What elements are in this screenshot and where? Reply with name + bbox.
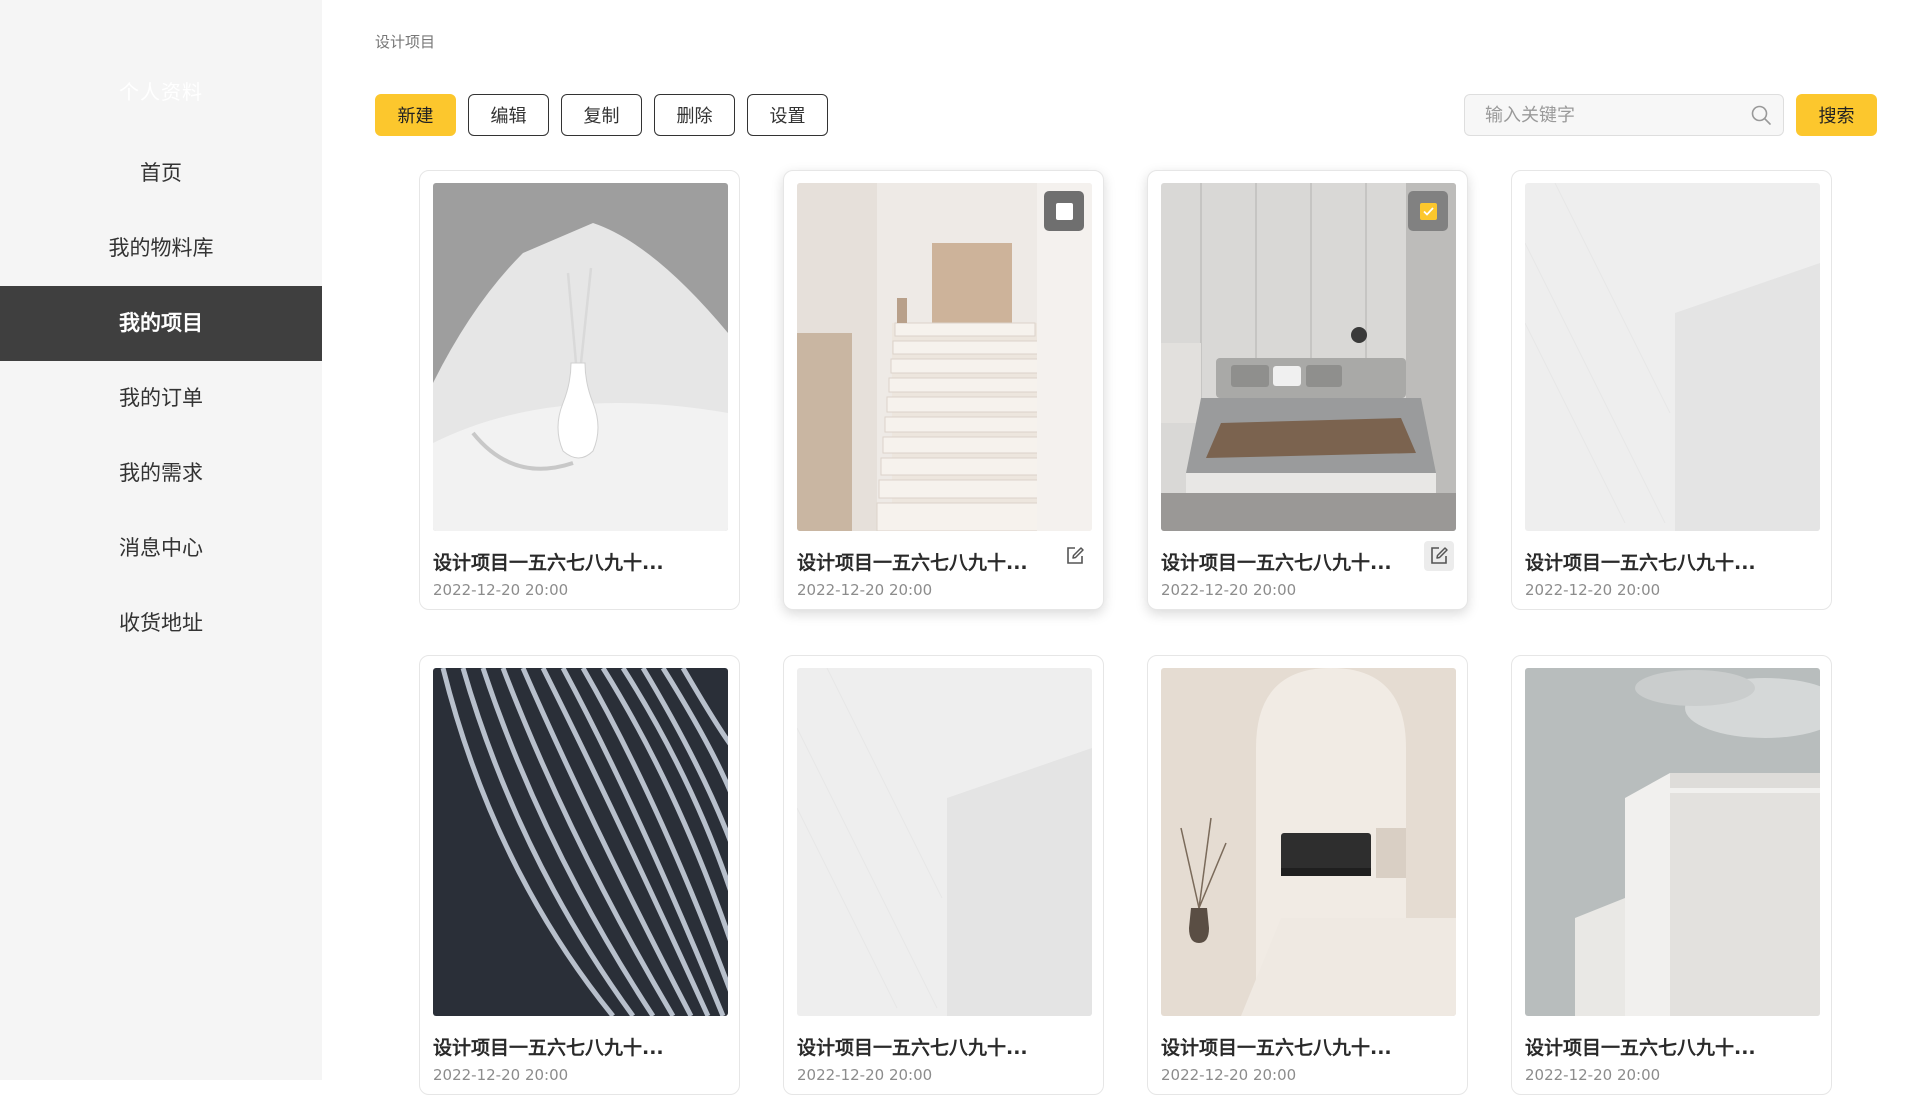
sidebar-item-home[interactable]: 首页 [0,136,322,211]
search-input[interactable] [1485,104,1749,126]
select-checkbox[interactable] [1408,191,1448,231]
project-title: 设计项目一五六七八九十... [433,552,664,574]
sidebar-item-orders[interactable]: 我的订单 [0,361,322,436]
sidebar-item-materials[interactable]: 我的物料库 [0,211,322,286]
edit-icon[interactable] [1424,541,1454,571]
search-box [1464,94,1784,136]
toolbar: 新建 编辑 复制 删除 设置 [375,94,828,136]
sidebar-item-requirements[interactable]: 我的需求 [0,436,322,511]
sidebar: 个人资料 首页 我的物料库 我的项目 我的订单 我的需求 消息中心 收货地址 [0,0,322,1080]
project-date: 2022-12-20 20:00 [433,1066,569,1084]
sidebar-nav: 首页 我的物料库 我的项目 我的订单 我的需求 消息中心 收货地址 [0,136,322,661]
white-wall-icon [1525,183,1820,531]
project-thumbnail [797,668,1092,1016]
project-card[interactable]: 设计项目一五六七八九十... 2022-12-20 20:00 [419,170,740,610]
sidebar-item-address[interactable]: 收货地址 [0,586,322,661]
profile-label[interactable]: 个人资料 [0,76,322,105]
delete-button[interactable]: 删除 [654,94,735,136]
bedroom-icon [1161,183,1456,531]
project-card[interactable]: 设计项目一五六七八九十... 2022-12-20 20:00 [419,655,740,1095]
breadcrumb: 设计项目 [375,33,436,51]
project-date: 2022-12-20 20:00 [1525,581,1661,599]
project-card[interactable]: 设计项目一五六七八九十... 2022-12-20 20:00 [1511,655,1832,1095]
main-content: 设计项目 新建 编辑 复制 删除 设置 搜索 [322,0,1920,1095]
project-grid: 设计项目一五六七八九十... 2022-12-20 20:00 设计项目一五六七… [419,170,1832,1095]
project-card[interactable]: 设计项目一五六七八九十... 2022-12-20 20:00 [1147,170,1468,610]
white-wall-icon [797,668,1092,1016]
project-title: 设计项目一五六七八九十... [1525,552,1756,574]
edit-button[interactable]: 编辑 [468,94,549,136]
vase-icon [433,183,728,531]
search-button[interactable]: 搜索 [1796,94,1877,136]
search-icon[interactable] [1749,103,1773,127]
stairs-icon [797,183,1092,531]
sidebar-item-projects[interactable]: 我的项目 [0,286,322,361]
copy-button[interactable]: 复制 [561,94,642,136]
project-date: 2022-12-20 20:00 [797,581,933,599]
project-thumbnail [1161,668,1456,1016]
project-thumbnail [1525,668,1820,1016]
project-thumbnail [433,183,728,531]
project-date: 2022-12-20 20:00 [433,581,569,599]
arch-room-icon [1161,668,1456,1016]
project-thumbnail [433,668,728,1016]
project-card[interactable]: 设计项目一五六七八九十... 2022-12-20 20:00 [783,170,1104,610]
project-card[interactable]: 设计项目一五六七八九十... 2022-12-20 20:00 [1147,655,1468,1095]
project-card[interactable]: 设计项目一五六七八九十... 2022-12-20 20:00 [1511,170,1832,610]
project-thumbnail [1161,183,1456,531]
curved-lines-icon [433,668,728,1016]
project-date: 2022-12-20 20:00 [1161,1066,1297,1084]
project-title: 设计项目一五六七八九十... [433,1037,664,1059]
project-date: 2022-12-20 20:00 [797,1066,933,1084]
project-date: 2022-12-20 20:00 [1525,1066,1661,1084]
edit-icon[interactable] [1060,541,1090,571]
project-card[interactable]: 设计项目一五六七八九十... 2022-12-20 20:00 [783,655,1104,1095]
project-title: 设计项目一五六七八九十... [1161,1037,1392,1059]
project-title: 设计项目一五六七八九十... [797,552,1028,574]
project-thumbnail [1525,183,1820,531]
project-thumbnail [797,183,1092,531]
project-title: 设计项目一五六七八九十... [1161,552,1392,574]
project-title: 设计项目一五六七八九十... [797,1037,1028,1059]
select-checkbox[interactable] [1044,191,1084,231]
settings-button[interactable]: 设置 [747,94,828,136]
project-date: 2022-12-20 20:00 [1161,581,1297,599]
project-title: 设计项目一五六七八九十... [1525,1037,1756,1059]
white-building-icon [1525,668,1820,1016]
sidebar-item-messages[interactable]: 消息中心 [0,511,322,586]
new-button[interactable]: 新建 [375,94,456,136]
